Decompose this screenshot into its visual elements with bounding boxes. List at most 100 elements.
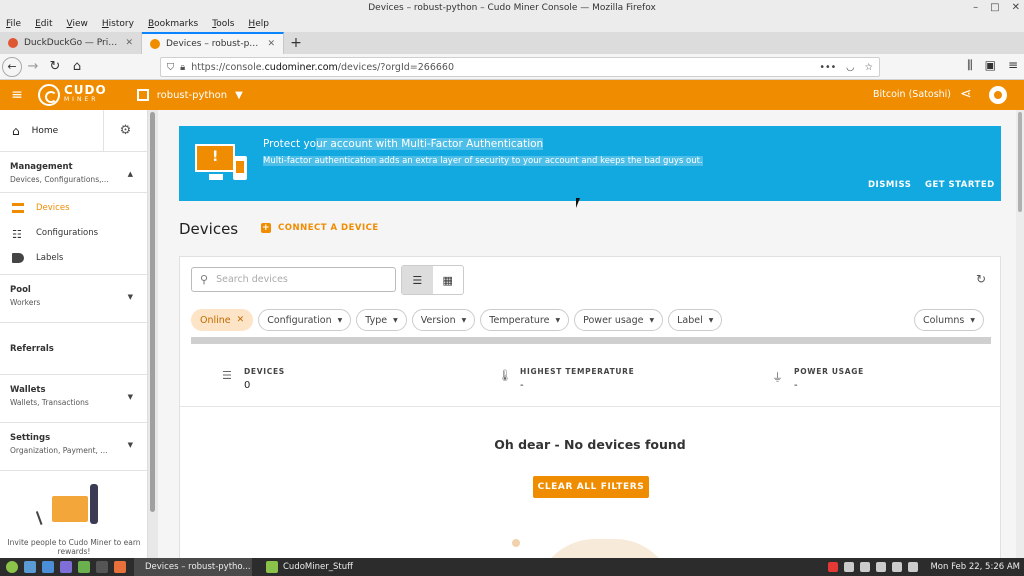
- sidebar-group-wallets[interactable]: Wallets Wallets, Transactions ▼: [0, 375, 147, 423]
- sidebar-scrollbar[interactable]: [150, 112, 155, 512]
- lock-icon[interactable]: 🔒︎: [180, 62, 185, 73]
- filter-chip-temperature[interactable]: Temperature ▼: [480, 309, 570, 331]
- security-warning-illustration: [195, 144, 249, 184]
- forward-button[interactable]: →: [22, 56, 44, 78]
- firefox-launcher-icon[interactable]: [114, 561, 126, 573]
- home-button[interactable]: ⌂: [66, 56, 88, 78]
- mfa-banner: Protect your account with Multi-Factor A…: [179, 126, 1001, 208]
- sidebar-item-devices[interactable]: Devices: [0, 195, 147, 220]
- caret-down-icon: ▼: [708, 316, 714, 324]
- thermometer-icon: 🌡︎: [498, 369, 512, 382]
- search-box[interactable]: ⚲: [191, 267, 396, 292]
- sidebar-group-management[interactable]: Management Devices, Configurations,... ▲: [0, 152, 147, 193]
- account-avatar-icon[interactable]: [989, 86, 1007, 104]
- list-view-icon[interactable]: ☰: [402, 266, 433, 294]
- filter-chip-version[interactable]: Version ▼: [411, 309, 476, 331]
- main-content: Protect your account with Multi-Factor A…: [158, 110, 1016, 558]
- tab-duckduckgo[interactable]: DuckDuckGo — Privacy, sim ✕: [0, 32, 142, 54]
- sidebar-item-home[interactable]: ⌂ Home: [0, 110, 104, 152]
- cudo-logo-icon: [38, 84, 60, 106]
- sidebar-item-label: Labels: [36, 252, 64, 263]
- recorder-icon[interactable]: [828, 562, 839, 572]
- menu-tools[interactable]: Tools: [212, 16, 234, 32]
- maximize-button[interactable]: □: [990, 0, 999, 16]
- menu-bookmarks[interactable]: Bookmarks: [148, 16, 198, 32]
- currency-selector[interactable]: Bitcoin (Satoshi): [873, 80, 951, 110]
- filter-chip-power-usage[interactable]: Power usage ▼: [574, 309, 664, 331]
- minimize-button[interactable]: –: [973, 0, 978, 16]
- pocket-icon[interactable]: ◡: [846, 62, 854, 73]
- page-actions-icon[interactable]: •••: [819, 62, 836, 73]
- sidebar-group-settings[interactable]: Settings Organization, Payment, ... ▼: [0, 423, 147, 471]
- sidebar-item-configurations[interactable]: ☷ Configurations: [0, 220, 147, 245]
- search-input[interactable]: [216, 274, 387, 285]
- url-bar[interactable]: ⛉ 🔒︎ https://console.cudominer.com/devic…: [160, 57, 880, 77]
- org-selector[interactable]: robust-python ▼: [136, 89, 243, 101]
- close-tab-icon[interactable]: ✕: [267, 39, 275, 49]
- menu-file[interactable]: File: [6, 16, 21, 32]
- clock[interactable]: Mon Feb 22, 5:26 AM: [930, 562, 1020, 572]
- cudo-miner-logo[interactable]: CUDO MINER: [38, 84, 107, 106]
- bookmark-star-icon[interactable]: ☆: [864, 62, 873, 73]
- menu-help[interactable]: Help: [248, 16, 269, 32]
- tracking-shield-icon[interactable]: ⛉: [167, 62, 174, 73]
- filter-chip-type[interactable]: Type ▼: [356, 309, 407, 331]
- taskbar-task-folder[interactable]: CudoMiner_Stuff: [260, 558, 359, 576]
- grid-view-icon[interactable]: ▦: [433, 266, 464, 294]
- sidebar-group-pool[interactable]: Pool Workers ▼: [0, 275, 147, 323]
- chevron-down-icon: ▼: [235, 89, 243, 101]
- main-scrollbar[interactable]: [1016, 110, 1024, 558]
- dismiss-button[interactable]: DISMISS: [868, 180, 911, 190]
- menu-edit[interactable]: Edit: [35, 16, 52, 32]
- sidebar: ⌂ Home ⚙ Management Devices, Configurati…: [0, 110, 148, 558]
- clipboard-icon[interactable]: [844, 562, 855, 572]
- view-toggle: ☰ ▦: [401, 265, 464, 295]
- filter-chip-online[interactable]: Online ✕: [191, 309, 254, 331]
- new-tab-button[interactable]: +: [284, 32, 308, 54]
- folder-launcher-icon[interactable]: [78, 561, 90, 573]
- url-text: https://console.cudominer.com/devices/?o…: [191, 61, 455, 73]
- shield-icon[interactable]: [860, 562, 871, 572]
- show-desktop-icon[interactable]: [24, 561, 36, 573]
- share-icon[interactable]: ⋖: [960, 86, 972, 102]
- back-button[interactable]: ←: [2, 56, 22, 77]
- management-submenu: Devices ☷ Configurations Labels: [0, 193, 147, 275]
- sidebar-item-label: Devices: [36, 202, 70, 213]
- close-tab-icon[interactable]: ✕: [125, 38, 133, 48]
- sidebar-group-referrals[interactable]: Referrals: [0, 323, 147, 375]
- menu-view[interactable]: View: [67, 16, 88, 32]
- tab-devices[interactable]: Devices – robust-python – C ✕: [142, 32, 284, 54]
- app-menu-icon[interactable]: ≡: [1008, 58, 1018, 73]
- plug-icon: ⏚: [772, 371, 783, 384]
- sidebar-item-labels[interactable]: Labels: [0, 245, 147, 270]
- reload-button[interactable]: ↻: [44, 56, 66, 78]
- hamburger-menu-icon[interactable]: ≡: [0, 87, 34, 103]
- tab-label: DuckDuckGo — Privacy, sim: [24, 38, 120, 48]
- network-icon[interactable]: [892, 562, 903, 572]
- files-launcher-icon[interactable]: [60, 561, 72, 573]
- browser-launcher-icon[interactable]: [42, 561, 54, 573]
- remove-filter-icon[interactable]: ✕: [237, 315, 245, 325]
- sidebar-home-row: ⌂ Home ⚙: [0, 110, 147, 152]
- taskbar-task-firefox[interactable]: Devices – robust-pytho...: [134, 558, 252, 576]
- update-icon[interactable]: [876, 562, 887, 572]
- stats-row: ☰ DEVICES 0 🌡︎ HIGHEST TEMPERATURE - ⏚ POW…: [180, 357, 1000, 407]
- sidebar-toggle-icon[interactable]: ▣: [985, 58, 996, 73]
- library-icon[interactable]: ⫼: [967, 58, 973, 73]
- home-icon: ⌂: [12, 123, 20, 138]
- clear-all-filters-button[interactable]: CLEAR ALL FILTERS: [533, 476, 649, 498]
- refresh-icon[interactable]: ↻: [976, 272, 986, 286]
- get-started-button[interactable]: GET STARTED: [925, 180, 995, 190]
- close-window-button[interactable]: ✕: [1012, 0, 1020, 16]
- connect-device-button[interactable]: + CONNECT A DEVICE: [261, 223, 379, 233]
- invite-promo[interactable]: Invite people to Cudo Miner to earn rewa…: [0, 480, 147, 556]
- volume-icon[interactable]: [908, 562, 919, 572]
- terminal-launcher-icon[interactable]: [96, 561, 108, 573]
- filter-chip-configuration[interactable]: Configuration ▼: [258, 309, 352, 331]
- start-menu-icon[interactable]: [6, 561, 18, 573]
- gear-icon[interactable]: ⚙: [104, 123, 147, 138]
- menu-history[interactable]: History: [102, 16, 134, 32]
- filter-chip-label[interactable]: Label ▼: [668, 309, 723, 331]
- caret-down-icon: ▼: [649, 316, 655, 324]
- columns-button[interactable]: Columns ▼: [914, 309, 984, 331]
